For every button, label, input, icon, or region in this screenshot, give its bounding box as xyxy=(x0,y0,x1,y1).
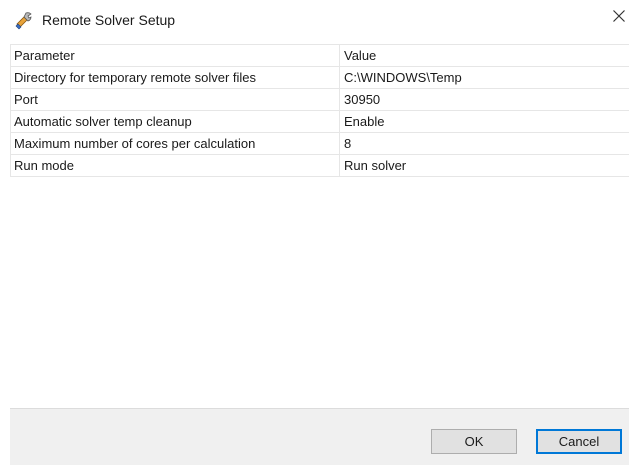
value-cell[interactable]: Enable xyxy=(339,110,629,133)
parameter-cell: Automatic solver temp cleanup xyxy=(10,110,340,133)
parameter-cell: Directory for temporary remote solver fi… xyxy=(10,66,340,89)
value-cell[interactable]: 30950 xyxy=(339,88,629,111)
table-row[interactable]: Automatic solver temp cleanup Enable xyxy=(10,110,629,133)
column-header-value: Value xyxy=(339,44,629,67)
parameter-cell: Maximum number of cores per calculation xyxy=(10,132,340,155)
parameter-cell: Port xyxy=(10,88,340,111)
parameter-cell: Run mode xyxy=(10,154,340,177)
cancel-button[interactable]: Cancel xyxy=(536,429,622,454)
table-row[interactable]: Run mode Run solver xyxy=(10,154,629,177)
value-cell[interactable]: 8 xyxy=(339,132,629,155)
table-row[interactable]: Port 30950 xyxy=(10,88,629,111)
value-cell[interactable]: Run solver xyxy=(339,154,629,177)
grid-header-row: Parameter Value xyxy=(10,44,629,67)
parameters-grid: Parameter Value Directory for temporary … xyxy=(10,44,629,177)
ok-button[interactable]: OK xyxy=(431,429,517,454)
table-row[interactable]: Maximum number of cores per calculation … xyxy=(10,132,629,155)
dialog-footer: OK Cancel xyxy=(10,408,629,465)
column-header-parameter: Parameter xyxy=(10,44,340,67)
value-cell[interactable]: C:\WINDOWS\Temp xyxy=(339,66,629,89)
close-icon xyxy=(612,9,626,28)
dialog-title: Remote Solver Setup xyxy=(42,12,176,28)
title-bar: Remote Solver Setup xyxy=(0,0,639,40)
remote-solver-setup-dialog: Remote Solver Setup Parameter Value Dire… xyxy=(0,0,639,465)
table-row[interactable]: Directory for temporary remote solver fi… xyxy=(10,66,629,89)
close-button[interactable] xyxy=(605,4,633,32)
tools-icon xyxy=(14,10,34,30)
